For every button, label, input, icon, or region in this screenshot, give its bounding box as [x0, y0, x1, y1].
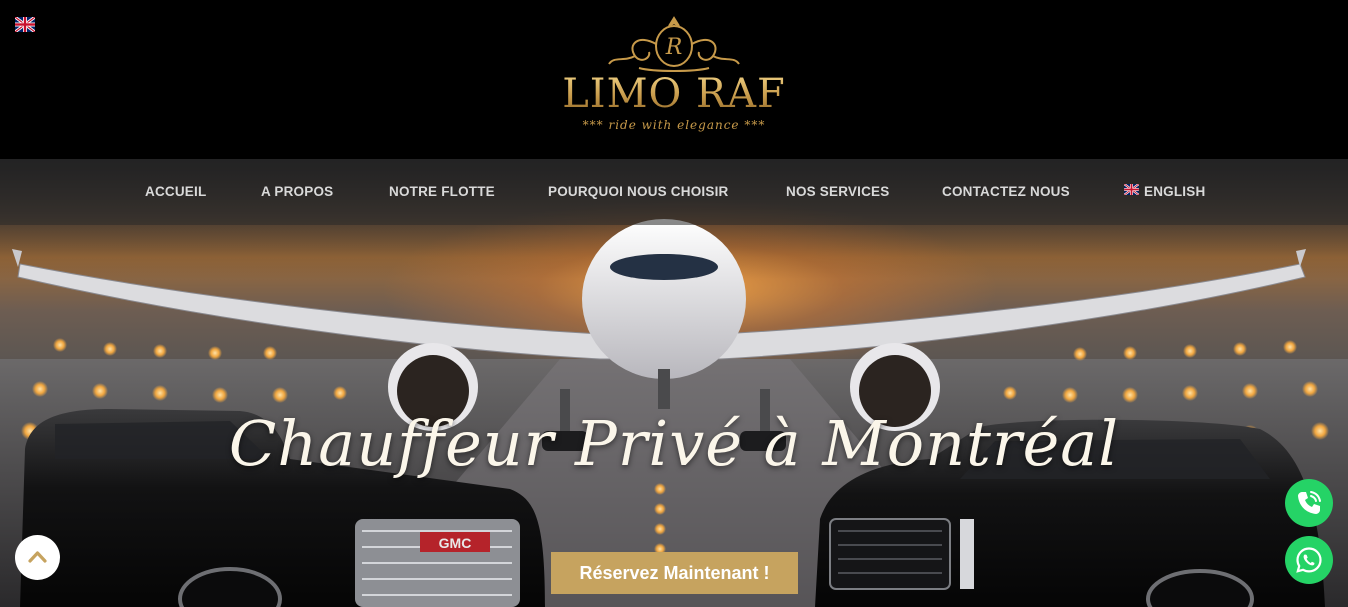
nav-a-propos[interactable]: A PROPOS: [261, 159, 333, 225]
uk-flag-icon: [1123, 159, 1140, 224]
nav-accueil[interactable]: ACCUEIL: [145, 159, 206, 225]
nav-pourquoi-nous-choisir[interactable]: POURQUOI NOUS CHOISIR: [548, 159, 728, 225]
call-button[interactable]: [1285, 479, 1333, 527]
nav-nos-services[interactable]: NOS SERVICES: [786, 159, 889, 225]
book-now-button[interactable]: Réservez Maintenant !: [551, 552, 798, 594]
nav-notre-flotte[interactable]: NOTRE FLOTTE: [389, 159, 495, 225]
phone-icon: [1298, 491, 1321, 514]
nav-contactez-nous[interactable]: CONTACTEZ NOUS: [942, 159, 1070, 225]
svg-text:GMC: GMC: [439, 535, 472, 551]
nav-english[interactable]: ENGLISH: [1123, 159, 1206, 225]
logo-name: LIMO RAF: [560, 72, 788, 116]
svg-text:R: R: [665, 35, 683, 60]
crown-emblem-icon: R: [608, 16, 740, 72]
main-navigation: ACCUEIL A PROPOS NOTRE FLOTTE POURQUOI N…: [0, 159, 1348, 225]
hero-headline: Chauffeur Privé à Montréal: [228, 407, 1120, 480]
whatsapp-button[interactable]: [1285, 536, 1333, 584]
chevron-up-icon: [28, 551, 47, 563]
uk-flag-icon[interactable]: [15, 17, 35, 32]
nav-english-label: ENGLISH: [1144, 184, 1206, 199]
site-logo[interactable]: R LIMO RAF *** ride with elegance ***: [560, 14, 788, 144]
header: R LIMO RAF *** ride with elegance ***: [0, 0, 1348, 159]
hero-background-art: GMC: [0, 219, 1348, 607]
hero-banner: GMC ACCUEIL A PROPOS NOTRE FLOTTE POURQU…: [0, 159, 1348, 607]
logo-tagline: *** ride with elegance ***: [582, 118, 766, 132]
whatsapp-icon: [1296, 547, 1322, 573]
scroll-to-top-button[interactable]: [15, 535, 60, 580]
